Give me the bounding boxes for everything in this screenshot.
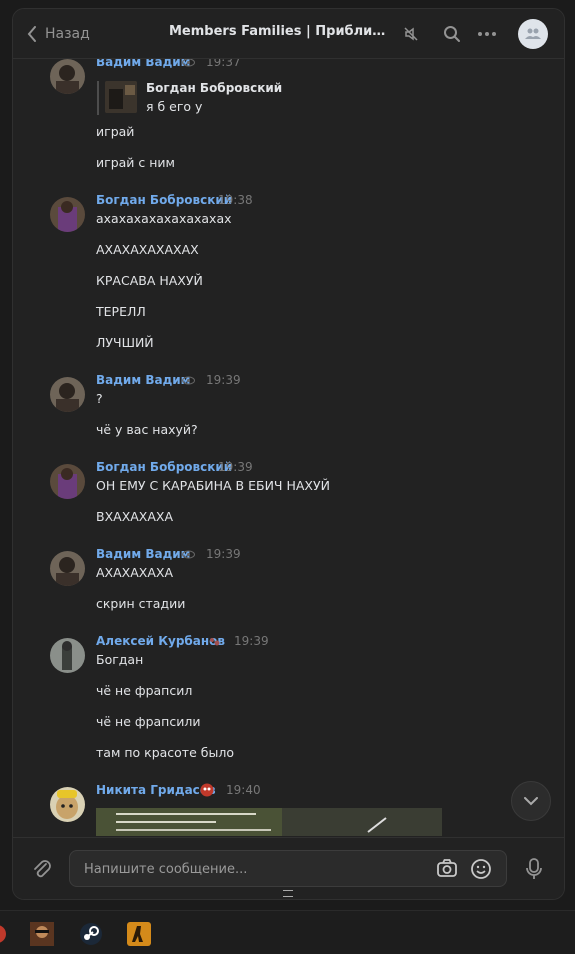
message-text: ОН ЕМУ С КАРАБИНА В ЕБИЧ НАХУЙ (96, 478, 330, 493)
mic-icon[interactable] (525, 858, 543, 880)
steam-icon[interactable] (79, 922, 103, 946)
message-text: играй с ним (96, 155, 175, 170)
chat-title[interactable]: Members Families | Приближённ... (169, 24, 397, 39)
chat-header: Назад Members Families | Приближённ... (13, 9, 564, 59)
message-author[interactable]: Вадим Вадим (96, 59, 190, 69)
skull-icon (200, 783, 214, 797)
message-input-box[interactable] (69, 850, 507, 887)
avatar[interactable] (50, 638, 85, 673)
avatar[interactable] (50, 551, 85, 586)
avatar[interactable] (50, 59, 85, 94)
message-list[interactable]: Вадим Вадим 19:37 Богдан Бобровский я б … (13, 59, 564, 836)
message-input[interactable] (82, 859, 426, 879)
attach-icon[interactable] (31, 858, 53, 880)
taskbar (0, 910, 575, 954)
smile-icon[interactable] (470, 858, 492, 880)
avatar[interactable] (50, 464, 85, 499)
taskbar-game-icon[interactable] (30, 922, 54, 946)
eye-icon (182, 376, 195, 385)
message-author[interactable]: Вадим Вадим (96, 373, 190, 387)
eye-icon (182, 550, 195, 559)
reply-thumbnail[interactable] (105, 81, 137, 113)
message-text: ЛУЧШИЙ (96, 335, 154, 350)
reply-text: я б его у (146, 99, 203, 114)
message-text: чё не фрапсил (96, 683, 193, 698)
message-text: Богдан (96, 652, 144, 667)
avatar[interactable] (50, 787, 85, 822)
message-text: АХАХАХАХАХАХ (96, 242, 199, 257)
message-text: чё у вас нахуй? (96, 422, 198, 437)
message-text: скрин стадии (96, 596, 186, 611)
message-text: играй (96, 124, 135, 139)
message-text: ТЕРЕЛЛ (96, 304, 146, 319)
chevron-left-icon (27, 26, 36, 42)
message-text: ? (96, 391, 103, 406)
reply-author[interactable]: Богдан Бобровский (146, 81, 282, 95)
back-label: Назад (45, 26, 90, 42)
message-author[interactable]: Алексей Курбанов (96, 634, 225, 648)
paw-icon (210, 638, 220, 646)
message-author[interactable]: Вадим Вадим (96, 547, 190, 561)
scroll-down-button[interactable] (511, 781, 551, 821)
taskbar-app-icon[interactable] (0, 925, 6, 943)
chevron-down-icon (524, 796, 538, 805)
message-text: чё не фрапсили (96, 714, 201, 729)
camera-icon[interactable] (436, 858, 458, 878)
message-author[interactable]: Богдан Бобровский (96, 460, 232, 474)
chat-window: Назад Members Families | Приближённ... В… (12, 8, 565, 900)
more-icon[interactable] (476, 23, 498, 45)
message-time: 19:38 (218, 193, 253, 207)
resize-handle[interactable] (283, 890, 293, 897)
message-time: 19:39 (206, 547, 241, 561)
group-avatar-icon[interactable] (518, 19, 548, 49)
attached-screenshot[interactable] (96, 808, 442, 836)
cs-icon[interactable] (127, 922, 151, 946)
reply-bar (97, 81, 99, 115)
mute-icon[interactable] (400, 23, 422, 45)
message-time: 19:39 (206, 373, 241, 387)
search-icon[interactable] (441, 23, 463, 45)
message-time: 19:39 (218, 460, 253, 474)
message-text: там по красоте было (96, 745, 234, 760)
message-text: КРАСАВА НАХУЙ (96, 273, 203, 288)
message-time: 19:39 (234, 634, 269, 648)
eye-icon (182, 59, 195, 67)
message-author[interactable]: Богдан Бобровский (96, 193, 232, 207)
message-text: ВХАХАХАХА (96, 509, 174, 524)
message-text: АХАХАХАХА (96, 565, 174, 580)
back-button[interactable]: Назад (27, 23, 90, 45)
avatar[interactable] (50, 197, 85, 232)
message-time: 19:37 (206, 59, 241, 69)
message-text: ахахахахахахахахах (96, 211, 232, 226)
avatar[interactable] (50, 377, 85, 412)
message-time: 19:40 (226, 783, 261, 797)
message-author[interactable]: Никита Гридасов (96, 783, 216, 797)
